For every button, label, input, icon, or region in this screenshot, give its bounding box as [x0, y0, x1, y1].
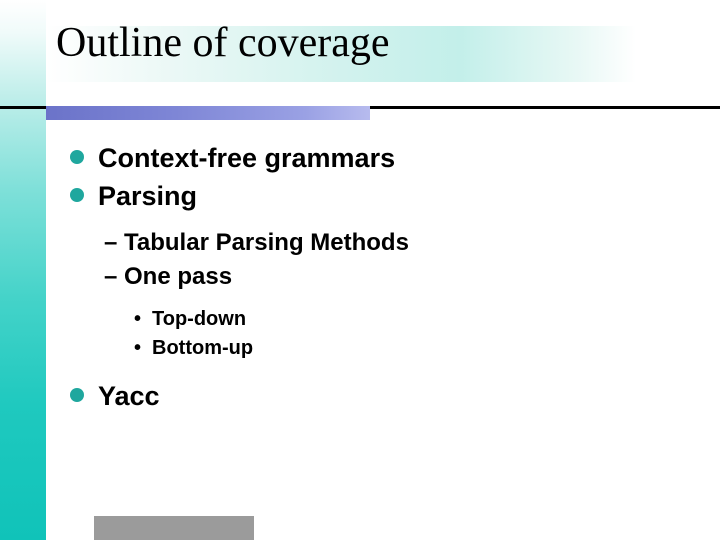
spacer — [70, 296, 670, 304]
content-area: Context-free grammars Parsing Tabular Pa… — [70, 140, 670, 416]
spacer — [70, 217, 670, 225]
subsubbullet-bottom-up: Bottom-up — [134, 335, 670, 362]
subbullet-one-pass: One pass — [104, 261, 670, 293]
bullet-yacc: Yacc — [70, 378, 670, 414]
disc-bullet-icon — [70, 188, 84, 202]
bullet-text: Parsing — [98, 181, 197, 211]
disc-bullet-icon — [70, 388, 84, 402]
bullet-text: Bottom-up — [152, 337, 253, 359]
bullet-text: Yacc — [98, 381, 160, 411]
spacer — [70, 364, 670, 378]
bullet-text: Context-free grammars — [98, 143, 395, 173]
rule-accent-block — [46, 106, 370, 120]
left-accent-bar — [0, 0, 46, 540]
bullet-context-free-grammars: Context-free grammars — [70, 140, 670, 176]
slide-title: Outline of coverage — [56, 22, 390, 64]
bullet-parsing: Parsing — [70, 178, 670, 214]
subsubbullet-top-down: Top-down — [134, 306, 670, 333]
disc-bullet-icon — [70, 150, 84, 164]
footer-grey-block — [94, 516, 254, 540]
subbullet-tabular-parsing: Tabular Parsing Methods — [104, 227, 670, 259]
bullet-text: One pass — [124, 263, 232, 290]
bullet-text: Top-down — [152, 308, 246, 330]
bullet-text: Tabular Parsing Methods — [124, 229, 409, 256]
slide: Outline of coverage Context-free grammar… — [0, 0, 720, 540]
